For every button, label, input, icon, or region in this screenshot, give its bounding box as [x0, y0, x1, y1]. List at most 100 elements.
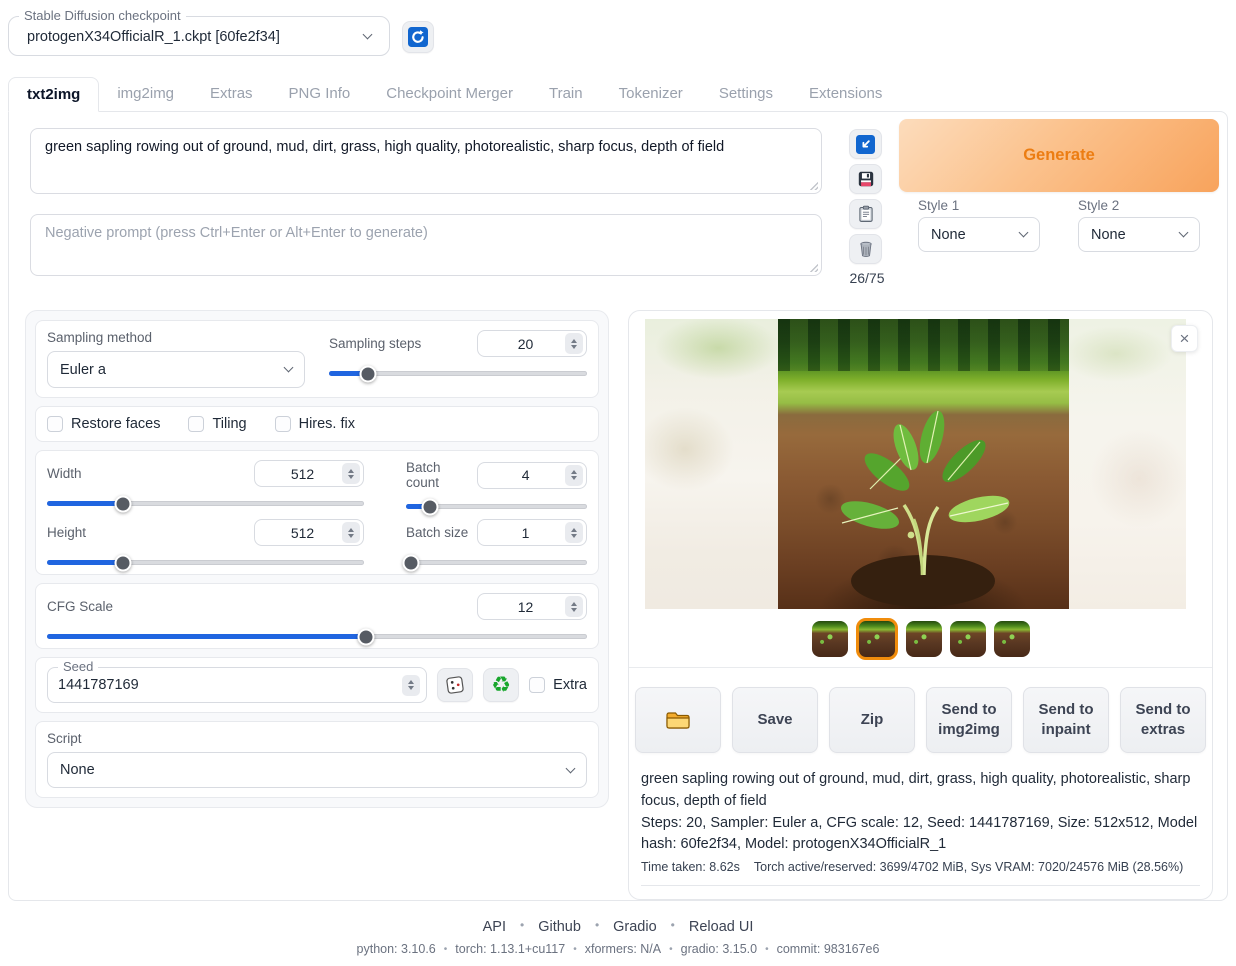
spinner-icon[interactable]: [402, 675, 420, 696]
generated-image[interactable]: [778, 319, 1069, 609]
dice-icon: [444, 674, 466, 696]
height-input[interactable]: 512: [254, 519, 364, 546]
extra-checkbox[interactable]: [529, 677, 545, 693]
api-link[interactable]: API: [483, 919, 506, 935]
negative-prompt-field-wrap: [30, 214, 822, 276]
height-slider[interactable]: [47, 560, 364, 565]
spinner-icon[interactable]: [565, 596, 583, 617]
restore-faces-checkbox[interactable]: [47, 416, 63, 432]
slider-thumb[interactable]: [115, 554, 132, 571]
random-seed-button[interactable]: [437, 668, 473, 702]
chevron-down-icon: [284, 363, 294, 373]
generate-button[interactable]: Generate: [899, 119, 1219, 192]
slider-thumb[interactable]: [357, 628, 374, 645]
chevron-down-icon: [1179, 228, 1189, 238]
clear-prompt-button[interactable]: [849, 234, 882, 264]
open-folder-button[interactable]: [635, 687, 721, 753]
gallery-thumbnail-1[interactable]: [812, 621, 848, 657]
slider-thumb[interactable]: [403, 554, 420, 571]
batch-size-input[interactable]: 1: [477, 519, 587, 546]
gallery-thumbnail-3[interactable]: [906, 621, 942, 657]
apply-style-button[interactable]: [849, 199, 882, 229]
gallery-thumbnail-4[interactable]: [950, 621, 986, 657]
style1-select[interactable]: None: [918, 217, 1040, 252]
gradio-link[interactable]: Gradio: [613, 919, 657, 935]
tab-txt2img[interactable]: txt2img: [8, 77, 99, 112]
send-to-img2img-button[interactable]: Send to img2img: [926, 687, 1012, 753]
gallery-thumbnail-2-selected[interactable]: [856, 618, 898, 660]
paste-generation-params-button[interactable]: [849, 129, 882, 159]
style2-select[interactable]: None: [1078, 217, 1200, 252]
batch-size-slider[interactable]: [406, 560, 587, 565]
gallery-thumbnail-5[interactable]: [994, 621, 1030, 657]
seed-input[interactable]: 1441787169: [58, 677, 402, 693]
prompt-input[interactable]: green sapling rowing out of ground, mud,…: [31, 129, 821, 193]
clear-prompt-icon: [857, 240, 875, 258]
slider-thumb[interactable]: [421, 498, 438, 515]
cfg-scale-input[interactable]: 12: [477, 593, 587, 620]
github-link[interactable]: Github: [538, 919, 581, 935]
gradio-version: gradio: 3.15.0: [681, 942, 757, 956]
script-select[interactable]: None: [47, 752, 587, 788]
dimensions-group: Width 512 Batch count 4: [35, 450, 599, 575]
send-to-extras-button[interactable]: Send to extras: [1120, 687, 1206, 753]
negative-prompt-input[interactable]: [31, 215, 821, 275]
tab-tokenizer[interactable]: Tokenizer: [601, 77, 701, 112]
footer-versions: python: 3.10.6•torch: 1.13.1+cu117•xform…: [0, 942, 1236, 956]
tab-checkpoint-merger[interactable]: Checkpoint Merger: [368, 77, 531, 112]
batch-count-slider[interactable]: [406, 504, 587, 509]
generation-settings-panel: Sampling method Euler a Sampling steps 2…: [25, 310, 609, 808]
cfg-scale-label: CFG Scale: [47, 599, 113, 614]
seed-label: Seed: [58, 659, 98, 674]
output-panel: × Save Zip Send to img2img Send to inpai…: [628, 310, 1213, 900]
style2-label: Style 2: [1078, 198, 1119, 213]
checkpoint-select[interactable]: protogenX34OfficialR_1.ckpt [60fe2f34]: [15, 23, 383, 50]
tab-img2img[interactable]: img2img: [99, 77, 192, 112]
extra-seed-option[interactable]: Extra: [529, 677, 587, 693]
tab-extensions[interactable]: Extensions: [791, 77, 900, 112]
width-input[interactable]: 512: [254, 460, 364, 487]
width-slider[interactable]: [47, 501, 364, 506]
zip-button[interactable]: Zip: [829, 687, 915, 753]
spinner-icon[interactable]: [342, 522, 360, 543]
prompt-tools: [849, 129, 885, 264]
hires-fix-checkbox[interactable]: [275, 416, 291, 432]
checkpoint-fieldset: Stable Diffusion checkpoint protogenX34O…: [8, 16, 390, 56]
reuse-seed-button[interactable]: ♻: [483, 668, 519, 702]
cfg-scale-slider[interactable]: [47, 634, 587, 639]
sampling-method-label: Sampling method: [47, 330, 305, 345]
tiling-option[interactable]: Tiling: [188, 416, 246, 432]
info-time: Time taken: 8.62s: [641, 860, 740, 874]
slider-thumb[interactable]: [359, 365, 376, 382]
height-label: Height: [47, 525, 86, 540]
slider-thumb[interactable]: [115, 495, 132, 512]
refresh-checkpoints-button[interactable]: [402, 21, 434, 53]
save-style-button[interactable]: [849, 164, 882, 194]
close-gallery-button[interactable]: ×: [1171, 325, 1198, 352]
spinner-icon[interactable]: [342, 463, 360, 484]
save-style-icon: [857, 170, 875, 188]
sampling-steps-input[interactable]: 20: [477, 330, 587, 357]
sapling-illustration: [778, 319, 1069, 609]
hires-fix-option[interactable]: Hires. fix: [275, 416, 355, 432]
gallery-blur-right: [1069, 319, 1186, 609]
spinner-icon[interactable]: [565, 465, 583, 486]
send-to-inpaint-button[interactable]: Send to inpaint: [1023, 687, 1109, 753]
batch-count-input[interactable]: 4: [477, 462, 587, 489]
reload-ui-link[interactable]: Reload UI: [689, 919, 753, 935]
result-gallery: ×: [629, 311, 1212, 668]
checkpoint-value: protogenX34OfficialR_1.ckpt [60fe2f34]: [27, 29, 280, 45]
spinner-icon[interactable]: [565, 333, 583, 354]
spinner-icon[interactable]: [565, 522, 583, 543]
tab-png-info[interactable]: PNG Info: [271, 77, 369, 112]
tab-extras[interactable]: Extras: [192, 77, 271, 112]
restore-faces-option[interactable]: Restore faces: [47, 416, 160, 432]
checkpoint-label: Stable Diffusion checkpoint: [19, 8, 186, 23]
tiling-checkbox[interactable]: [188, 416, 204, 432]
tab-settings[interactable]: Settings: [701, 77, 791, 112]
sampling-steps-slider[interactable]: [329, 371, 587, 376]
sampling-method-select[interactable]: Euler a: [47, 351, 305, 388]
save-button[interactable]: Save: [732, 687, 818, 753]
recycle-icon: ♻: [491, 674, 511, 696]
tab-train[interactable]: Train: [531, 77, 601, 112]
